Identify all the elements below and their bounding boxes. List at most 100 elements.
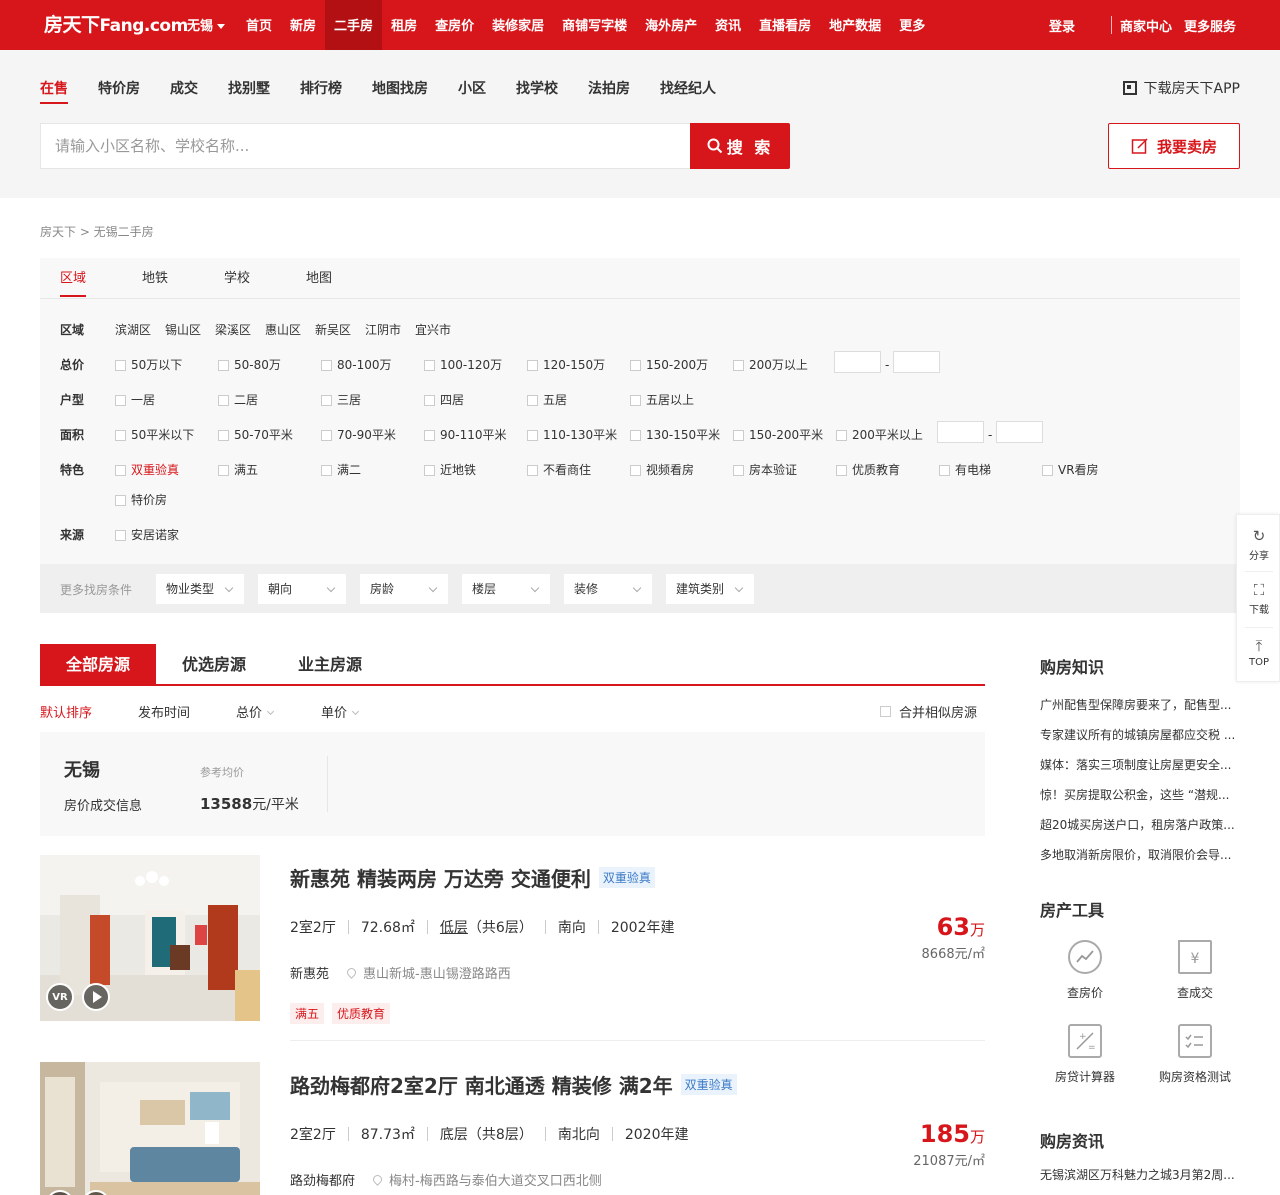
checkbox[interactable] (115, 429, 126, 441)
orientation-dropdown[interactable]: 朝向 (258, 574, 346, 604)
share-button[interactable]: ↻ 分享 (1237, 527, 1280, 562)
nav-more[interactable]: 更多 (890, 0, 934, 50)
feature-option[interactable]: 满五 (218, 462, 258, 478)
news-link[interactable]: 无锡滨湖区万科魅力之城3月第2周... (1040, 1160, 1240, 1190)
checkbox[interactable] (218, 429, 229, 441)
decoration-dropdown[interactable]: 装修 (564, 574, 652, 604)
subnav-ranking[interactable]: 排行榜 (300, 78, 342, 104)
breadcrumb[interactable]: 房天下 > 无锡二手房 (40, 223, 154, 240)
layout-option[interactable]: 一居 (115, 392, 155, 408)
layout-option[interactable]: 五居以上 (630, 392, 694, 408)
vr-badge[interactable]: VR (46, 983, 74, 1011)
subnav-map[interactable]: 地图找房 (372, 78, 428, 104)
search-input[interactable]: 请输入小区名称、学校名称... (40, 123, 690, 169)
tool-check-deals[interactable]: ¥ 查成交 (1145, 940, 1245, 1001)
checkbox[interactable] (424, 429, 435, 441)
checkbox[interactable] (218, 359, 229, 371)
checkbox[interactable] (733, 429, 744, 441)
price-option[interactable]: 120-150万 (527, 357, 605, 373)
checkbox[interactable] (115, 464, 126, 476)
nav-overseas[interactable]: 海外房产 (636, 0, 706, 50)
region-option[interactable]: 滨湖区 (115, 322, 151, 338)
area-option[interactable]: 110-130平米 (527, 427, 617, 443)
price-deal-info-link[interactable]: 房价成交信息 (64, 795, 142, 814)
news-link[interactable]: 超20城买房送户口，租房落户政策... (1040, 810, 1240, 840)
checkbox[interactable] (1042, 464, 1053, 476)
merchant-center-link[interactable]: 商家中心 (1120, 16, 1172, 35)
region-option[interactable]: 梁溪区 (215, 322, 251, 338)
tab-school[interactable]: 学校 (224, 258, 306, 298)
tab-all-listings[interactable]: 全部房源 (40, 644, 156, 684)
community-link[interactable]: 新惠苑 (290, 963, 329, 982)
login-link[interactable]: 登录 (1049, 16, 1075, 35)
checkbox[interactable] (939, 464, 950, 476)
nav-new-house[interactable]: 新房 (281, 0, 325, 50)
price-option[interactable]: 150-200万 (630, 357, 708, 373)
feature-option[interactable]: VR看房 (1042, 462, 1099, 478)
nav-rent[interactable]: 租房 (382, 0, 426, 50)
area-option[interactable]: 50-70平米 (218, 427, 293, 443)
download-button[interactable]: ⛶ 下载 (1237, 581, 1280, 616)
feature-option[interactable]: 近地铁 (424, 462, 476, 478)
back-to-top-button[interactable]: ⤒ TOP (1237, 637, 1280, 668)
checkbox[interactable] (733, 359, 744, 371)
tab-map[interactable]: 地图 (306, 258, 388, 298)
more-services-link[interactable]: 更多服务 (1184, 16, 1236, 35)
layout-option[interactable]: 二居 (218, 392, 258, 408)
area-max-input[interactable] (996, 421, 1043, 443)
checkbox[interactable] (879, 706, 891, 717)
price-min-input[interactable] (834, 351, 881, 373)
checkbox[interactable] (321, 359, 332, 371)
checkbox[interactable] (527, 394, 538, 406)
layout-option[interactable]: 四居 (424, 392, 464, 408)
checkbox[interactable] (630, 464, 641, 476)
area-option[interactable]: 70-90平米 (321, 427, 396, 443)
checkbox[interactable] (630, 429, 641, 441)
listing-item[interactable]: VR 新惠苑 精装两房 万达旁 交通便利 双重验真 2室2厅 72.68㎡ 低层（… (40, 855, 985, 1041)
subnav-discount[interactable]: 特价房 (98, 78, 140, 104)
merge-similar-toggle[interactable]: 合并相似房源 (879, 702, 977, 721)
region-option[interactable]: 惠山区 (265, 322, 301, 338)
subnav-deals[interactable]: 成交 (170, 78, 198, 104)
tab-owner-listings[interactable]: 业主房源 (282, 644, 378, 684)
nav-data[interactable]: 地产数据 (820, 0, 890, 50)
checkbox[interactable] (527, 429, 538, 441)
source-option[interactable]: 安居诺家 (115, 527, 179, 543)
listing-photo[interactable]: VR (40, 1062, 260, 1195)
price-option[interactable]: 200万以上 (733, 357, 808, 373)
checkbox[interactable] (115, 494, 126, 506)
listing-photo[interactable]: VR (40, 855, 260, 1021)
nav-check-price[interactable]: 查房价 (426, 0, 483, 50)
price-option[interactable]: 50万以下 (115, 357, 182, 373)
app-download-link[interactable]: 下载房天下APP (1122, 78, 1240, 98)
community-link[interactable]: 路劲梅都府 (290, 1170, 355, 1189)
checkbox[interactable] (218, 394, 229, 406)
site-logo[interactable]: 房天下Fang.com (44, 10, 188, 37)
search-button[interactable]: 搜 索 (690, 123, 790, 169)
area-option[interactable]: 150-200平米 (733, 427, 823, 443)
sort-total-price[interactable]: 总价 (236, 702, 275, 721)
area-option[interactable]: 130-150平米 (630, 427, 720, 443)
nav-live[interactable]: 直播看房 (750, 0, 820, 50)
checkbox[interactable] (630, 359, 641, 371)
checkbox[interactable] (424, 394, 435, 406)
region-option[interactable]: 江阴市 (365, 322, 401, 338)
checkbox[interactable] (321, 394, 332, 406)
nav-decoration[interactable]: 装修家居 (483, 0, 553, 50)
price-max-input[interactable] (893, 351, 940, 373)
sell-house-button[interactable]: 我要卖房 (1108, 123, 1240, 169)
checkbox[interactable] (321, 429, 332, 441)
layout-option[interactable]: 五居 (527, 392, 567, 408)
checkbox[interactable] (424, 464, 435, 476)
region-option[interactable]: 锡山区 (165, 322, 201, 338)
news-link[interactable]: 媒体：落实三项制度让房屋更安全... (1040, 750, 1240, 780)
nav-news[interactable]: 资讯 (706, 0, 750, 50)
feature-option[interactable]: 双重验真 (115, 462, 179, 478)
checkbox[interactable] (321, 464, 332, 476)
checkbox[interactable] (630, 394, 641, 406)
checkbox[interactable] (733, 464, 744, 476)
area-option[interactable]: 90-110平米 (424, 427, 507, 443)
tool-loan-calculator[interactable]: + = 房贷计算器 (1035, 1024, 1135, 1085)
tool-qualification-test[interactable]: 购房资格测试 (1145, 1024, 1245, 1085)
feature-option[interactable]: 不看商住 (527, 462, 591, 478)
